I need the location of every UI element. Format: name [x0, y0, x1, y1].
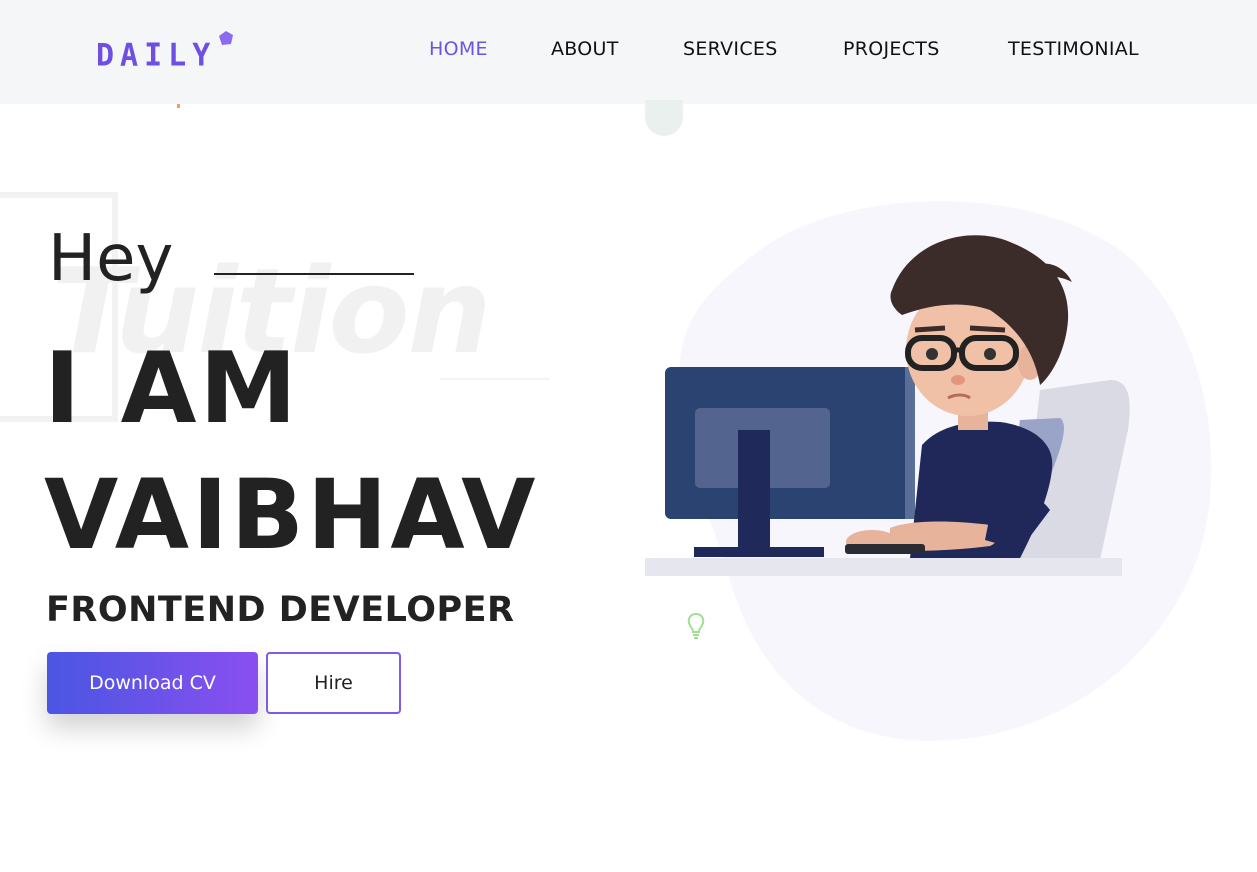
background-line — [440, 378, 550, 380]
hero-subtitle: FRONTEND DEVELOPER — [46, 590, 515, 630]
monitor-stand — [738, 430, 770, 548]
hero-greeting: Hey — [48, 222, 174, 296]
hero-title-line-2: VAIBHAV — [44, 459, 539, 571]
decorative-dot — [177, 104, 180, 108]
hero-title-line-1: I AM — [44, 332, 300, 446]
person-nose — [951, 375, 965, 385]
decorative-blob — [645, 100, 683, 136]
desk — [645, 558, 1122, 576]
download-cv-button[interactable]: Download CV — [47, 652, 258, 714]
greeting-underline — [214, 273, 414, 275]
person-eye-left — [926, 348, 938, 360]
developer-at-computer-illustration — [645, 201, 1212, 741]
nav-item-projects[interactable]: PROJECTS — [843, 38, 940, 60]
monitor-side — [905, 367, 915, 519]
lightbulb-icon — [687, 612, 705, 639]
person-eye-right — [984, 348, 996, 360]
nav-item-services[interactable]: SERVICES — [683, 38, 778, 60]
nav-item-home[interactable]: HOME — [429, 38, 488, 60]
nav-item-about[interactable]: ABOUT — [551, 38, 619, 60]
hire-button[interactable]: Hire — [266, 652, 401, 714]
monitor-base — [694, 547, 824, 557]
nav-item-testimonial[interactable]: TESTIMONIAL — [1008, 38, 1139, 60]
keyboard — [845, 544, 925, 554]
main-nav: HOME ABOUT SERVICES PROJECTS TESTIMONIAL — [0, 38, 1257, 64]
